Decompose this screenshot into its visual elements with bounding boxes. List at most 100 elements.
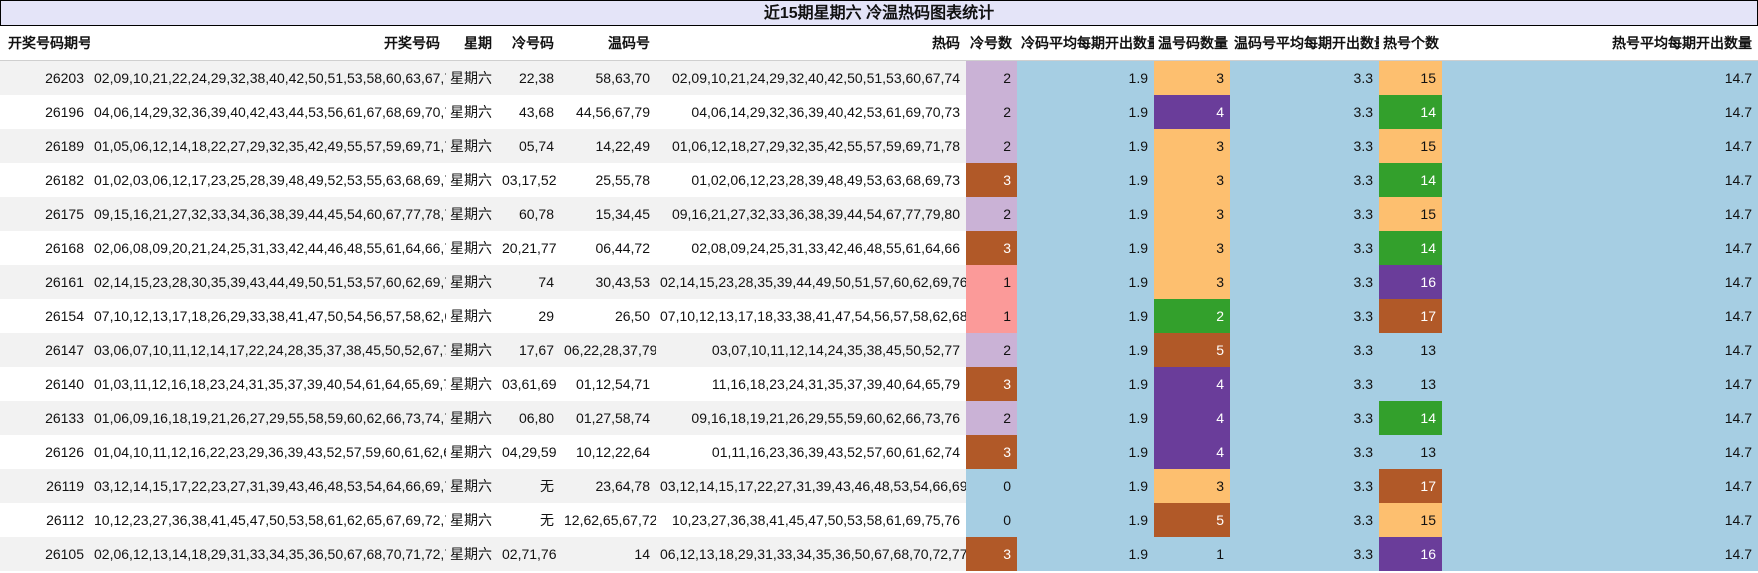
header-hot-avg[interactable]: 热号平均每期开出数量 [1442,26,1758,61]
cell-cold-avg: 1.9 [1017,469,1154,503]
header-period[interactable]: 开奖号码期号 [0,26,90,61]
header-hot-count[interactable]: 热号个数 [1379,26,1442,61]
cell-warm-avg: 3.3 [1230,231,1379,265]
cell-numbers: 02,06,08,09,20,21,24,25,31,33,42,44,46,4… [90,231,446,265]
cell-numbers: 02,09,10,21,22,24,29,32,38,40,42,50,51,5… [90,60,446,95]
header-weekday[interactable]: 星期 [446,26,498,61]
header-warm[interactable]: 温码号 [560,26,656,61]
cell-cold: 06,80 [498,401,560,435]
cell-cold-avg: 1.9 [1017,367,1154,401]
cell-weekday: 星期六 [446,265,498,299]
cell-weekday: 星期六 [446,163,498,197]
cell-hot-count: 13 [1379,435,1442,469]
stats-table: 开奖号码期号 开奖号码 星期 冷号码 温码号 热码 冷号数 冷码平均每期开出数量… [0,26,1758,571]
cell-period: 26196 [0,95,90,129]
cell-weekday: 星期六 [446,435,498,469]
cell-hot-avg: 14.7 [1442,401,1758,435]
cell-cold: 17,67 [498,333,560,367]
cell-weekday: 星期六 [446,333,498,367]
cell-warm: 26,50 [560,299,656,333]
cell-warm-count: 3 [1154,231,1230,265]
table-row[interactable]: 26112 10,12,23,27,36,38,41,45,47,50,53,58… [0,503,1758,537]
cell-period: 26147 [0,333,90,367]
table-row[interactable]: 26175 09,15,16,21,27,32,33,34,36,38,39,44… [0,197,1758,231]
cell-cold-avg: 1.9 [1017,401,1154,435]
cell-warm-avg: 3.3 [1230,299,1379,333]
cell-hot: 09,16,18,19,21,26,29,55,59,60,62,66,73,7… [656,401,966,435]
cell-warm-avg: 3.3 [1230,197,1379,231]
header-cold[interactable]: 冷号码 [498,26,560,61]
table-row[interactable]: 26154 07,10,12,13,17,18,26,29,33,38,41,47… [0,299,1758,333]
cell-cold-avg: 1.9 [1017,503,1154,537]
cell-cold-count: 2 [966,401,1017,435]
cell-cold: 29 [498,299,560,333]
table-row[interactable]: 26126 01,04,10,11,12,16,22,23,29,36,39,43… [0,435,1758,469]
cell-cold-avg: 1.9 [1017,333,1154,367]
header-cold-count[interactable]: 冷号数 [966,26,1017,61]
cell-numbers: 02,06,12,13,14,18,29,31,33,34,35,36,50,6… [90,537,446,571]
table-row[interactable]: 26147 03,06,07,10,11,12,14,17,22,24,28,35… [0,333,1758,367]
cell-cold-avg: 1.9 [1017,231,1154,265]
table-row[interactable]: 26133 01,06,09,16,18,19,21,26,27,29,55,58… [0,401,1758,435]
table-row[interactable]: 26119 03,12,14,15,17,22,23,27,31,39,43,46… [0,469,1758,503]
cell-numbers: 02,14,15,23,28,30,35,39,43,44,49,50,51,5… [90,265,446,299]
cell-cold-avg: 1.9 [1017,163,1154,197]
header-cold-avg[interactable]: 冷码平均每期开出数量 [1017,26,1154,61]
cell-hot: 02,09,10,21,24,29,32,40,42,50,51,53,60,6… [656,60,966,95]
table-row[interactable]: 26168 02,06,08,09,20,21,24,25,31,33,42,44… [0,231,1758,265]
cell-hot-avg: 14.7 [1442,129,1758,163]
cell-cold-avg: 1.9 [1017,299,1154,333]
cell-cold: 05,74 [498,129,560,163]
cell-hot-count: 14 [1379,163,1442,197]
cell-warm-avg: 3.3 [1230,367,1379,401]
cell-warm-avg: 3.3 [1230,503,1379,537]
cell-hot: 01,02,06,12,23,28,39,48,49,53,63,68,69,7… [656,163,966,197]
cell-hot-count: 15 [1379,503,1442,537]
header-hot[interactable]: 热码 [656,26,966,61]
cell-warm-avg: 3.3 [1230,163,1379,197]
table-row[interactable]: 26196 04,06,14,29,32,36,39,40,42,43,44,53… [0,95,1758,129]
cell-warm: 15,34,45 [560,197,656,231]
header-warm-count[interactable]: 温号码数量 [1154,26,1230,61]
cell-warm-avg: 3.3 [1230,401,1379,435]
cell-numbers: 04,06,14,29,32,36,39,40,42,43,44,53,56,6… [90,95,446,129]
cell-hot: 09,16,21,27,32,33,36,38,39,44,54,67,77,7… [656,197,966,231]
table-row[interactable]: 26203 02,09,10,21,22,24,29,32,38,40,42,50… [0,60,1758,95]
cell-weekday: 星期六 [446,129,498,163]
cell-warm: 30,43,53 [560,265,656,299]
cell-warm: 01,12,54,71 [560,367,656,401]
header-numbers[interactable]: 开奖号码 [90,26,446,61]
cell-hot-count: 15 [1379,129,1442,163]
cell-period: 26168 [0,231,90,265]
cell-cold-avg: 1.9 [1017,435,1154,469]
cell-hot-avg: 14.7 [1442,537,1758,571]
table-body: 26203 02,09,10,21,22,24,29,32,38,40,42,50… [0,60,1758,571]
cell-hot-count: 14 [1379,95,1442,129]
cell-warm-count: 5 [1154,503,1230,537]
cell-hot-count: 14 [1379,401,1442,435]
cell-warm: 14 [560,537,656,571]
cell-hot: 01,11,16,23,36,39,43,52,57,60,61,62,74 [656,435,966,469]
table-row[interactable]: 26189 01,05,06,12,14,18,22,27,29,32,35,42… [0,129,1758,163]
table-row[interactable]: 26105 02,06,12,13,14,18,29,31,33,34,35,36… [0,537,1758,571]
cell-cold-avg: 1.9 [1017,537,1154,571]
cell-period: 26126 [0,435,90,469]
cell-warm-avg: 3.3 [1230,129,1379,163]
cell-cold: 04,29,59 [498,435,560,469]
cell-hot-avg: 14.7 [1442,265,1758,299]
table-row[interactable]: 26182 01,02,03,06,12,17,23,25,28,39,48,49… [0,163,1758,197]
cell-period: 26175 [0,197,90,231]
header-warm-avg[interactable]: 温码号平均每期开出数量 [1230,26,1379,61]
cell-cold: 无 [498,503,560,537]
cell-period: 26140 [0,367,90,401]
cell-hot-avg: 14.7 [1442,299,1758,333]
cell-weekday: 星期六 [446,537,498,571]
cell-hot-avg: 14.7 [1442,197,1758,231]
table-row[interactable]: 26140 01,03,11,12,16,18,23,24,31,35,37,39… [0,367,1758,401]
cell-hot-count: 14 [1379,231,1442,265]
table-row[interactable]: 26161 02,14,15,23,28,30,35,39,43,44,49,50… [0,265,1758,299]
cell-period: 26112 [0,503,90,537]
cell-hot-avg: 14.7 [1442,367,1758,401]
cell-hot-count: 13 [1379,367,1442,401]
cell-warm: 44,56,67,79 [560,95,656,129]
